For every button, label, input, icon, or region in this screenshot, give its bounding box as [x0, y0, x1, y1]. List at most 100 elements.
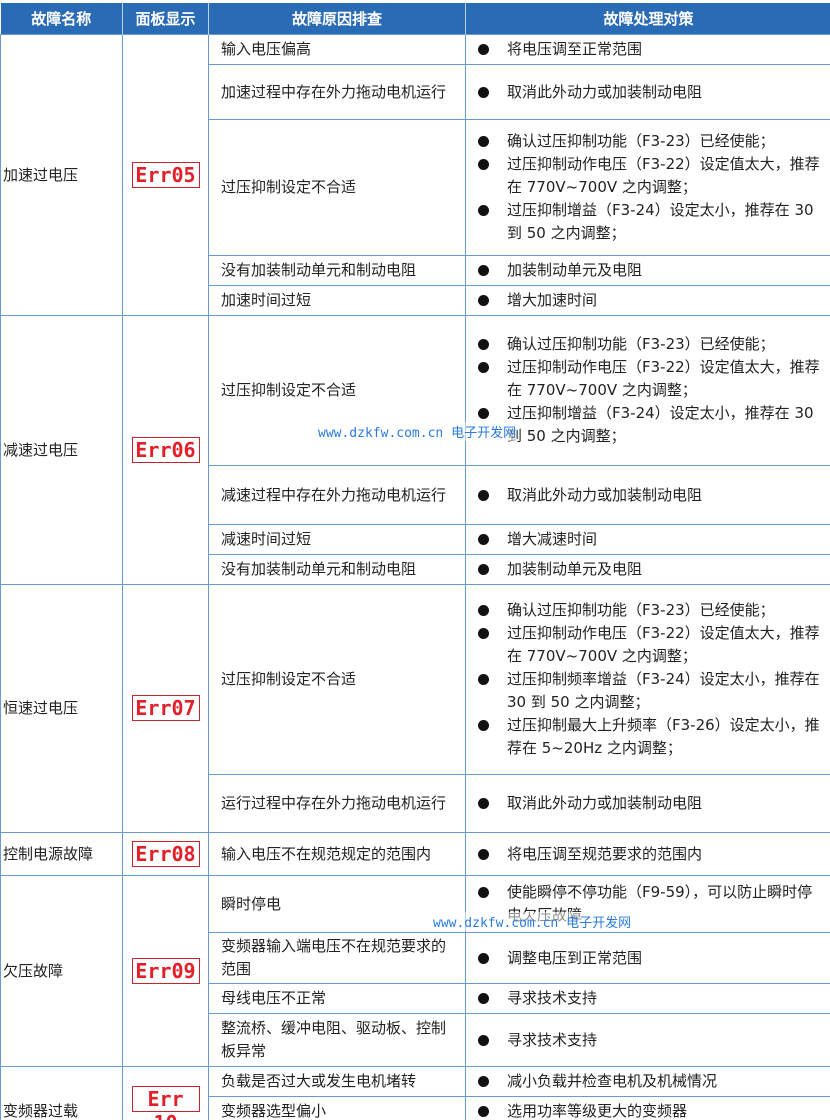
fault-cause: 母线电压不正常 — [208, 983, 466, 1014]
solution-item: 选用功率等级更大的变频器 — [476, 1100, 827, 1120]
solution-item: 确认过压抑制功能（F3-23）已经使能； — [476, 599, 827, 622]
panel-error-code: Err06 — [131, 436, 200, 463]
fault-cause: 加速过程中存在外力拖动电机运行 — [208, 64, 466, 120]
fault-solution: 加装制动单元及电阻 — [465, 255, 830, 286]
panel-display-cell: Err 10 — [122, 1066, 209, 1120]
fault-solution: 寻求技术支持 — [465, 983, 830, 1014]
bullet-icon — [478, 1106, 489, 1117]
fault-solution: 取消此外动力或加装制动电阻 — [465, 774, 830, 833]
bullet-icon — [478, 159, 489, 170]
solution-text: 加装制动单元及电阻 — [507, 261, 643, 279]
panel-error-code: Err05 — [131, 161, 200, 188]
panel-error-code: Err 10 — [131, 1086, 200, 1120]
solution-item: 过压抑制动作电压（F3-22）设定值太大，推荐在 770V~700V 之内调整； — [476, 356, 827, 402]
header-panel-display: 面板显示 — [122, 3, 209, 35]
solution-text: 取消此外动力或加装制动电阻 — [507, 82, 703, 101]
bullet-icon — [478, 295, 489, 306]
solution-text: 过压抑制增益（F3-24）设定太小，推荐在 30 到 50 之内调整； — [507, 404, 814, 445]
fault-cause: 减速过程中存在外力拖动电机运行 — [208, 465, 466, 525]
panel-error-code: Err09 — [131, 957, 200, 984]
bullet-icon — [478, 265, 489, 276]
table-row: 变频器过载Err 10 负载是否过大或发生电机堵转 减小负载并检查电机及机械情况 — [0, 1066, 830, 1120]
bullet-icon — [478, 798, 489, 809]
bullet-icon — [478, 534, 489, 545]
solution-text: 寻求技术支持 — [507, 989, 598, 1007]
solution-text: 过压抑制频率增益（F3-24）设定太小，推荐在 30 到 50 之内调整； — [507, 670, 820, 711]
solution-text: 取消此外动力或加装制动电阻 — [507, 485, 703, 504]
fault-cause: 加速时间过短 — [208, 285, 466, 316]
header-cause: 故障原因排查 — [208, 3, 466, 35]
solution-item: 过压抑制增益（F3-24）设定太小，推荐在 30 到 50 之内调整； — [476, 402, 827, 448]
fault-cause: 没有加装制动单元和制动电阻 — [208, 255, 466, 286]
fault-cause: 负载是否过大或发生电机堵转 — [208, 1066, 466, 1097]
fault-cause: 减速时间过短 — [208, 524, 466, 555]
solution-item: 取消此外动力或加装制动电阻 — [476, 484, 827, 507]
solution-item: 过压抑制频率增益（F3-24）设定太小，推荐在 30 到 50 之内调整； — [476, 668, 827, 714]
fault-cause: 变频器输入端电压不在规范要求的范围 — [208, 932, 466, 984]
panel-error-code: Err08 — [131, 840, 200, 867]
solution-item: 寻求技术支持 — [476, 987, 827, 1010]
watermark-url: www.dzkfw.com.cn — [433, 916, 559, 931]
table-row: 减速过电压 Err06 过压抑制设定不合适 确认过压抑制功能（F3-23）已经使能； 过… — [0, 315, 830, 585]
fault-name: 欠压故障 — [0, 875, 123, 1067]
solution-text: 加装制动单元及电阻 — [507, 560, 643, 578]
solution-item: 过压抑制动作电压（F3-22）设定值太大，推荐在 770V~700V 之内调整； — [476, 153, 827, 199]
solution-item: 增大减速时间 — [476, 528, 827, 551]
header-solution: 故障处理对策 — [465, 3, 830, 35]
bullet-icon — [478, 628, 489, 639]
fault-cause: 输入电压不在规范规定的范围内 — [208, 832, 466, 876]
solution-item: 确认过压抑制功能（F3-23）已经使能； — [476, 130, 827, 153]
bullet-icon — [478, 674, 489, 685]
fault-solution: 增大加速时间 — [465, 285, 830, 316]
fault-solution: 寻求技术支持 — [465, 1013, 830, 1067]
solution-text: 过压抑制增益（F3-24）设定太小，推荐在 30 到 50 之内调整； — [507, 201, 814, 242]
bullet-icon — [478, 564, 489, 575]
watermark-url: www.dzkfw.com.cn — [318, 426, 444, 441]
fault-table-page: 故障名称 面板显示 故障原因排查 故障处理对策 加速过电压 Err05 输入电压偏高… — [0, 0, 830, 1120]
solution-text: 过压抑制动作电压（F3-22）设定值太大，推荐在 770V~700V 之内调整； — [507, 358, 820, 399]
fault-cause: 变频器选型偏小 — [208, 1096, 466, 1120]
bullet-icon — [478, 489, 489, 501]
bullet-icon — [478, 1034, 489, 1046]
solution-text: 调整电压到正常范围 — [507, 948, 643, 967]
panel-display-cell: Err06 — [122, 315, 209, 585]
solution-item: 过压抑制动作电压（F3-22）设定值太大，推荐在 770V~700V 之内调整； — [476, 622, 827, 668]
solution-text: 增大减速时间 — [507, 530, 598, 548]
solution-text: 过压抑制动作电压（F3-22）设定值太大，推荐在 770V~700V 之内调整； — [507, 624, 820, 665]
fault-solution: 确认过压抑制功能（F3-23）已经使能； 过压抑制动作电压（F3-22）设定值太大… — [465, 119, 830, 256]
solution-text: 确认过压抑制功能（F3-23）已经使能； — [507, 601, 775, 619]
fault-cause: 没有加装制动单元和制动电阻 — [208, 554, 466, 585]
solution-item: 减小负载并检查电机及机械情况 — [476, 1070, 827, 1093]
fault-name: 恒速过电压 — [0, 584, 123, 833]
bullet-icon — [478, 952, 489, 964]
solution-text: 将电压调至规范要求的范围内 — [507, 844, 703, 863]
fault-cause: 输入电压偏高 — [208, 34, 466, 65]
watermark: www.dzkfw.com.cn 电子开发网 — [433, 912, 632, 931]
bullet-icon — [478, 408, 489, 419]
fault-cause: 整流桥、缓冲电阻、驱动板、控制板异常 — [208, 1013, 466, 1067]
fault-solution: 确认过压抑制功能（F3-23）已经使能； 过压抑制动作电压（F3-22）设定值太大… — [465, 315, 830, 466]
panel-display-cell: Err08 — [122, 832, 209, 876]
fault-name: 控制电源故障 — [0, 832, 123, 876]
fault-cause: 瞬时停电 — [208, 875, 466, 933]
solution-item: 寻求技术支持 — [476, 1029, 827, 1052]
solution-item: 调整电压到正常范围 — [476, 947, 827, 970]
table-row: 加速过电压 Err05 输入电压偏高 将电压调至正常范围 — [0, 34, 830, 316]
watermark: www.dzkfw.com.cn 电子开发网 — [318, 422, 517, 441]
fault-cause: 过压抑制设定不合适 — [208, 584, 466, 775]
fault-table: 故障名称 面板显示 故障原因排查 故障处理对策 加速过电压 Err05 输入电压偏高… — [0, 3, 830, 1120]
bullet-icon — [478, 993, 489, 1004]
bullet-icon — [478, 205, 489, 216]
fault-solution: 增大减速时间 — [465, 524, 830, 555]
bullet-icon — [478, 1076, 489, 1087]
panel-display-cell: Err07 — [122, 584, 209, 833]
bullet-icon — [478, 136, 489, 147]
watermark-site: 电子开发网 — [451, 426, 517, 441]
fault-name: 加速过电压 — [0, 34, 123, 316]
fault-solution: 取消此外动力或加装制动电阻 — [465, 465, 830, 525]
bullet-icon — [478, 605, 489, 616]
panel-display-cell: Err09 — [122, 875, 209, 1067]
fault-solution: 加装制动单元及电阻 — [465, 554, 830, 585]
table-row: 欠压故障Err09瞬时停电使能瞬停不停功能（F9-59），可以防止瞬时停电欠压故… — [0, 875, 830, 1067]
bullet-icon — [478, 362, 489, 373]
